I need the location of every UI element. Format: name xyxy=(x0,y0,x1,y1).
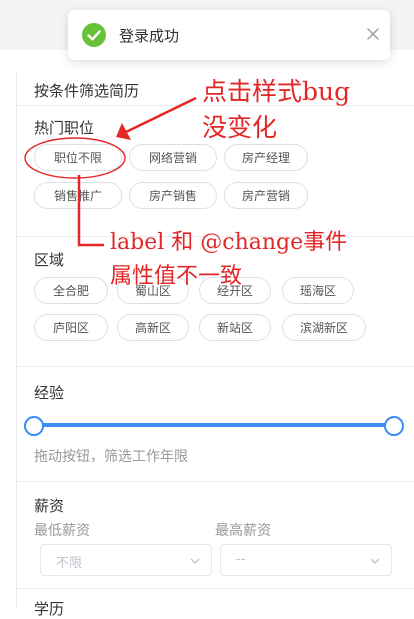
annotation-bracket-line xyxy=(77,175,104,247)
annotation-middle-text: label 和 @change事件 xyxy=(110,230,348,255)
annotation-circle xyxy=(24,137,126,179)
annotation-arrow-line xyxy=(125,96,197,134)
annotation-top-text: 点击样式bug xyxy=(202,77,351,106)
annotation-middle-text-2: 属性值不一致 xyxy=(110,264,243,289)
annotation-top-text-2: 没变化 xyxy=(202,113,278,142)
